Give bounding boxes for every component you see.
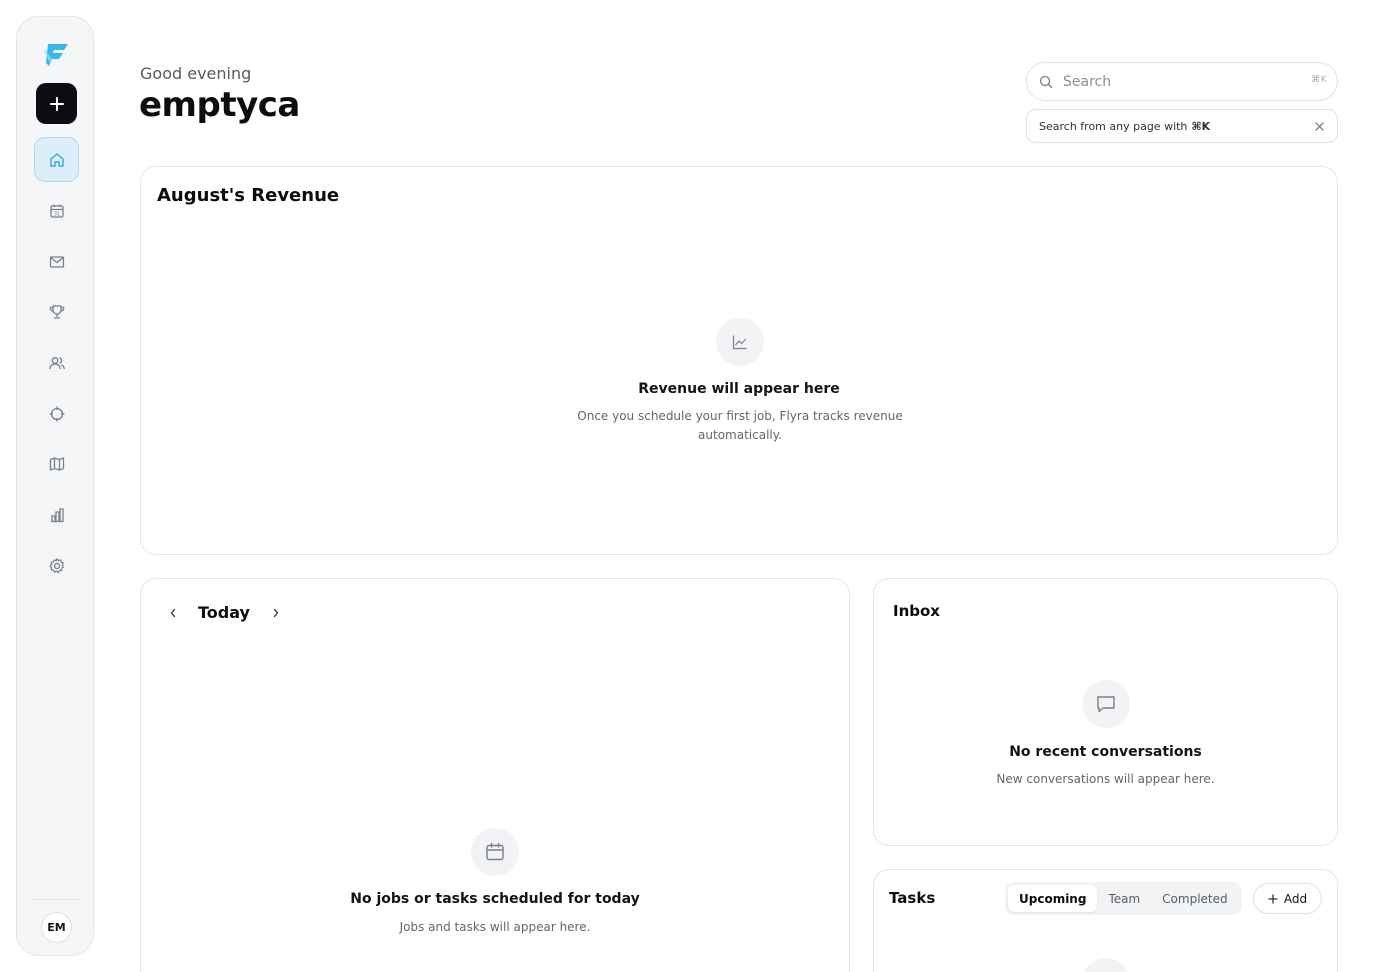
sidebar-item-home[interactable]: [34, 137, 79, 182]
revenue-title: August's Revenue: [157, 185, 340, 206]
tasks-title: Tasks: [889, 889, 936, 907]
search-tip-shortcut: ⌘K: [1191, 119, 1211, 133]
inbox-card: Inbox No recent conversations New conver…: [873, 578, 1338, 846]
home-icon: [49, 152, 64, 167]
chevron-left-icon: [170, 608, 176, 617]
calendar-icon: 31: [49, 204, 64, 218]
sidebar-item-achievements[interactable]: [34, 289, 79, 334]
users-icon: [48, 356, 65, 369]
sidebar-item-clients[interactable]: [34, 340, 79, 385]
avatar[interactable]: EM: [41, 912, 72, 943]
sidebar-divider: [30, 899, 80, 900]
bar-chart-icon: [50, 507, 64, 522]
revenue-empty-title: Revenue will appear here: [638, 381, 840, 397]
schedule-empty-icon: [471, 828, 519, 876]
schedule-empty-title: No jobs or tasks scheduled for today: [350, 891, 640, 907]
sidebar-item-map[interactable]: [34, 441, 79, 486]
tab-completed[interactable]: Completed: [1151, 885, 1238, 912]
schedule-card: Today No jobs or tasks scheduled for tod…: [140, 578, 850, 972]
search-shortcut-hint: ⌘K: [1311, 75, 1327, 85]
revenue-empty-subtitle: Once you schedule your first job, Flyra …: [577, 409, 903, 442]
search-icon: [1039, 75, 1053, 88]
flyra-logo[interactable]: [41, 39, 71, 67]
sidebar-item-inbox[interactable]: [34, 239, 79, 284]
inbox-title: Inbox: [893, 602, 940, 620]
inbox-empty-icon: [1082, 680, 1130, 728]
next-day-button[interactable]: [268, 605, 284, 621]
current-day-label: Today: [198, 603, 250, 622]
trophy-icon: [49, 304, 64, 319]
tasks-empty-icon: [1082, 958, 1130, 972]
tab-team[interactable]: Team: [1097, 885, 1151, 912]
plus-icon: [1268, 893, 1278, 904]
inbox-empty-title: No recent conversations: [1009, 744, 1202, 760]
map-icon: [49, 456, 64, 471]
crosshair-icon: [49, 406, 64, 421]
search-input[interactable]: [1063, 73, 1283, 90]
schedule-empty-subtitle: Jobs and tasks will appear here.: [399, 920, 591, 934]
svg-text:31: 31: [53, 211, 59, 217]
create-new-button[interactable]: [36, 83, 77, 124]
previous-day-button[interactable]: [165, 605, 181, 621]
sidebar-item-reports[interactable]: [34, 492, 79, 537]
sidebar-item-dispatch[interactable]: [34, 391, 79, 436]
page-title: emptyca: [139, 85, 300, 125]
search-tip-banner: Search from any page with ⌘K: [1026, 109, 1338, 143]
inbox-empty-subtitle: New conversations will appear here.: [996, 772, 1215, 786]
tasks-card: Tasks Upcoming Team Completed Add: [873, 869, 1338, 972]
mail-icon: [49, 255, 64, 268]
calendar-icon: [486, 842, 504, 861]
tasks-tabs: Upcoming Team Completed: [1005, 882, 1242, 915]
line-chart-icon: [732, 335, 747, 350]
chat-bubble-icon: [1097, 696, 1115, 713]
add-task-button[interactable]: Add: [1253, 883, 1322, 914]
close-icon: [1314, 121, 1324, 131]
add-task-label: Add: [1283, 891, 1308, 906]
sidebar-item-settings[interactable]: [34, 543, 79, 588]
revenue-card: August's Revenue Revenue will appear her…: [140, 166, 1338, 555]
greeting-text: Good evening: [140, 64, 252, 83]
revenue-empty-icon: [716, 318, 764, 366]
search-bar[interactable]: ⌘K: [1026, 62, 1338, 101]
gear-icon: [48, 557, 64, 573]
chevron-right-icon: [273, 608, 279, 617]
tab-upcoming[interactable]: Upcoming: [1008, 885, 1098, 912]
sidebar-item-calendar[interactable]: 31: [34, 188, 79, 233]
search-tip-text: Search from any page with: [1039, 119, 1188, 133]
close-tip-button[interactable]: [1313, 120, 1325, 132]
plus-icon: [49, 96, 64, 111]
sidebar: 31 EM: [16, 16, 94, 956]
day-navigator: Today: [165, 603, 284, 622]
